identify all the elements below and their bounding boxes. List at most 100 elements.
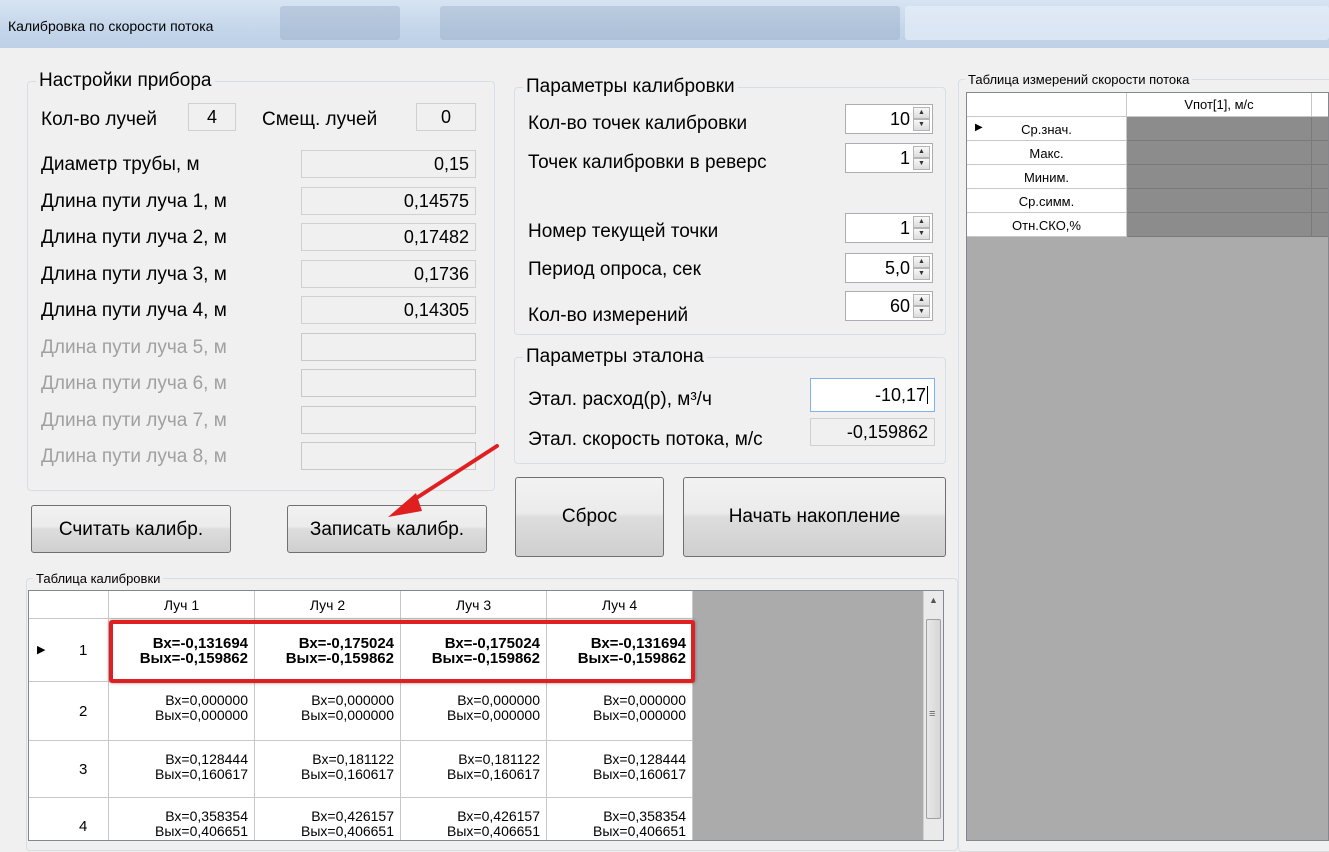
measurements-count-value: 60	[889, 296, 910, 316]
field-value	[301, 369, 476, 397]
field-label: Длина пути луча 7, м	[41, 409, 227, 431]
measurements-count-label: Кол-во измерений	[528, 305, 689, 326]
reset-button[interactable]: Сброс	[515, 477, 664, 557]
cell-output-value: Вых=0,406651	[593, 823, 686, 839]
table-cell[interactable]	[1127, 141, 1312, 165]
table-cell[interactable]	[1127, 165, 1312, 189]
blurred-toolbar-icons	[440, 6, 900, 40]
cell-input-value: Вх=0,128444	[165, 751, 248, 767]
cell-output-value: Вых=0,000000	[447, 707, 540, 723]
vertical-scrollbar[interactable]: ▲ ≡	[923, 591, 943, 840]
cell-output-value: Вых=0,000000	[593, 707, 686, 723]
table-cell[interactable]: Вх=0,128444 Вых=0,160617	[547, 741, 693, 798]
cell-input-value: Вх=0,000000	[311, 692, 394, 708]
table-row-header[interactable]: Макс.	[967, 141, 1127, 165]
blurred-style-gallery	[905, 6, 1329, 40]
field-label: Длина пути луча 4, м	[41, 300, 227, 321]
start-accumulation-button[interactable]: Начать накопление	[683, 477, 946, 557]
read-calibration-button[interactable]: Считать калибр.	[31, 505, 231, 553]
table-cell[interactable]: Вх=0,000000 Вых=0,000000	[401, 682, 547, 741]
measurements-count-stepper[interactable]: 60 ▲ ▼	[845, 291, 933, 321]
table-row-header[interactable]: ▶ 1	[29, 619, 109, 682]
reference-velocity-field: -0,159862	[810, 418, 935, 446]
scroll-thumb[interactable]: ≡	[926, 619, 941, 819]
stepper-down-icon[interactable]: ▼	[913, 228, 930, 240]
cell-output-value: Вых=0,406651	[155, 823, 248, 839]
stepper-up-icon[interactable]: ▲	[913, 256, 930, 268]
field-value: 0,17482	[301, 223, 476, 251]
table-cell[interactable]: Вх=0,181122 Вых=0,160617	[255, 741, 401, 798]
current-point-label: Номер текущей точки	[528, 221, 719, 242]
measurement-table[interactable]: Vпот[1], м/с ▶ Ср.знач. Макс. Миним. Ср.симм.…	[966, 92, 1329, 841]
table-cell-extra	[1312, 165, 1328, 189]
table-cell[interactable]: Вх=0,426157 Вых=0,406651	[255, 798, 401, 840]
reverse-points-label: Точек калибровки в реверс	[528, 152, 767, 173]
scroll-up-icon[interactable]: ▲	[929, 595, 938, 605]
table-cell[interactable]: Вх=0,181122 Вых=0,160617	[401, 741, 547, 798]
stepper-down-icon[interactable]: ▼	[913, 268, 930, 280]
cell-input-value: Вх=0,181122	[312, 751, 394, 767]
row-label: Миним.	[1023, 170, 1070, 185]
table-cell[interactable]: Вх=0,000000 Вых=0,000000	[109, 682, 255, 741]
stepper-up-icon[interactable]: ▲	[913, 294, 930, 306]
field-label: Длина пути луча 8, м	[41, 446, 227, 467]
cell-input-value: Вх=0,128444	[603, 751, 686, 767]
reference-flow-label: Этал. расход(р), м³/ч	[528, 389, 712, 410]
reverse-points-stepper[interactable]: 1 ▲ ▼	[845, 143, 933, 173]
stepper-down-icon[interactable]: ▼	[913, 306, 930, 318]
blurred-toolbar-area	[280, 6, 400, 40]
current-point-value: 1	[899, 218, 910, 238]
grid-corner-header	[29, 591, 109, 619]
column-header-extra	[1312, 93, 1328, 117]
table-row-header[interactable]: Отн.СКО,%	[967, 213, 1127, 237]
cell-output-value: Вых=0,000000	[301, 707, 394, 723]
row-label: Макс.	[1029, 146, 1064, 161]
calibration-params-legend: Параметры калибровки	[526, 76, 735, 97]
stepper-up-icon[interactable]: ▲	[913, 216, 930, 228]
reference-velocity-label: Этал. скорость потока, м/с	[528, 429, 763, 450]
current-row-indicator-icon: ▶	[37, 643, 46, 656]
cell-input-value: Вх=0,000000	[603, 692, 686, 708]
column-header[interactable]: Луч 1	[109, 591, 255, 619]
table-cell[interactable]: Вх=0,358354 Вых=0,406651	[109, 798, 255, 840]
window-title: Калибровка по скорости потока	[8, 18, 214, 34]
table-cell[interactable]: Вх=0,128444 Вых=0,160617	[109, 741, 255, 798]
row-number: 2	[79, 702, 88, 720]
device-settings-legend: Настройки прибора	[39, 70, 212, 91]
calibration-points-stepper[interactable]: 10 ▲ ▼	[845, 104, 933, 134]
stepper-up-icon[interactable]: ▲	[913, 146, 930, 158]
table-row-header[interactable]: 4	[29, 798, 109, 840]
table-cell[interactable]: Вх=0,000000 Вых=0,000000	[547, 682, 693, 741]
table-row-header[interactable]: 2	[29, 682, 109, 741]
column-header[interactable]: Луч 2	[255, 591, 401, 619]
reference-flow-input[interactable]: -10,17	[810, 378, 935, 412]
grid-corner-header	[967, 93, 1127, 117]
table-cell[interactable]: Вх=0,358354 Вых=0,406651	[547, 798, 693, 840]
table-row-header[interactable]: 3	[29, 741, 109, 798]
stepper-up-icon[interactable]: ▲	[913, 107, 930, 119]
cell-output-value: Вых=0,406651	[301, 823, 394, 839]
calibration-table[interactable]: Луч 1 Луч 2 Луч 3 Луч 4 ▶ 1 Вх=-0,131694 Вых=-0…	[28, 590, 944, 841]
calibration-table-legend: Таблица калибровки	[36, 571, 161, 586]
table-row-header[interactable]: ▶ Ср.знач.	[967, 117, 1127, 141]
column-header[interactable]: Vпот[1], м/с	[1127, 93, 1312, 117]
stepper-down-icon[interactable]: ▼	[913, 158, 930, 170]
beam-count-field: 4	[188, 103, 236, 131]
poll-period-value: 5,0	[884, 258, 910, 278]
column-header[interactable]: Луч 3	[401, 591, 547, 619]
current-point-stepper[interactable]: 1 ▲ ▼	[845, 213, 933, 243]
poll-period-stepper[interactable]: 5,0 ▲ ▼	[845, 253, 933, 283]
table-cell[interactable]: Вх=0,000000 Вых=0,000000	[255, 682, 401, 741]
table-cell[interactable]	[1127, 189, 1312, 213]
column-header[interactable]: Луч 4	[547, 591, 693, 619]
field-value	[301, 405, 476, 434]
table-cell[interactable]	[1127, 213, 1312, 237]
table-row-header[interactable]: Ср.симм.	[967, 189, 1127, 213]
cell-input-value: Вх=0,426157	[457, 808, 540, 824]
row-number: 1	[79, 641, 88, 659]
cell-output-value: Вых=0,000000	[155, 707, 248, 723]
table-cell[interactable]	[1127, 117, 1312, 141]
table-row-header[interactable]: Миним.	[967, 165, 1127, 189]
table-cell[interactable]: Вх=0,426157 Вых=0,406651	[401, 798, 547, 840]
stepper-down-icon[interactable]: ▼	[913, 119, 930, 131]
